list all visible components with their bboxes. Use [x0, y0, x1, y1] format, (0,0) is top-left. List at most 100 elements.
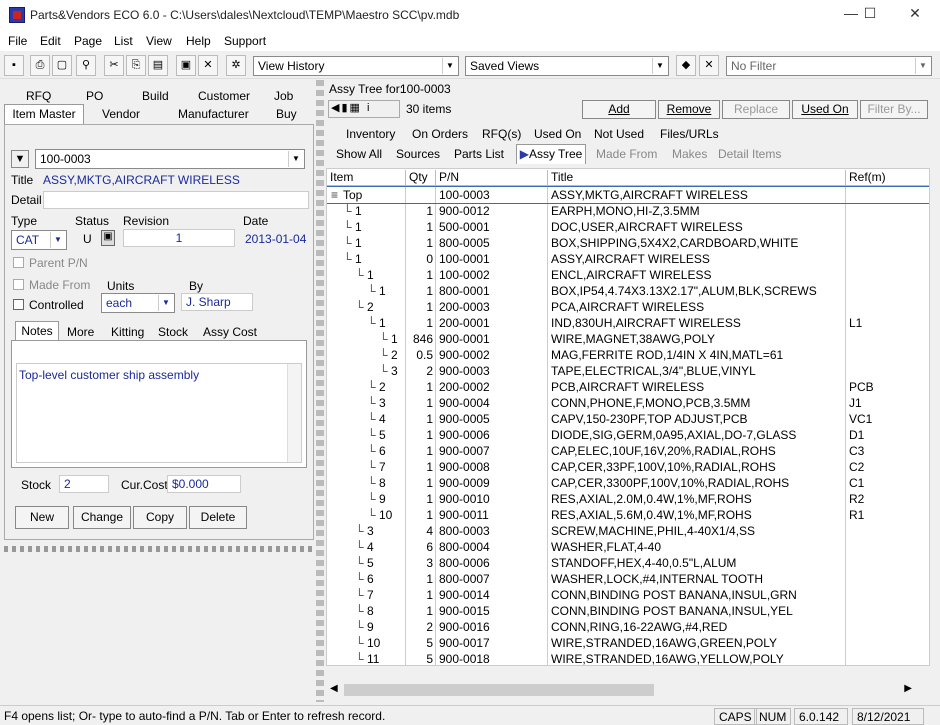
add-button[interactable]: Add	[582, 100, 656, 119]
table-row[interactable]: 7 1 900-0008 CAP,CER,33PF,100V,10%,RADIAL,R…	[327, 459, 929, 475]
eraser-icon[interactable]: ◆	[676, 55, 696, 76]
saved-views-combo[interactable]: Saved Views ▼	[465, 56, 669, 76]
copy-icon[interactable]: ⎘	[126, 55, 146, 76]
subtab-stock[interactable]: Stock	[158, 325, 188, 339]
subtab-assy-cost[interactable]: Assy Cost	[203, 325, 257, 339]
notes-textarea[interactable]: Top-level customer ship assembly	[16, 363, 302, 463]
table-row[interactable]: 2 1 200-0003 PCA,AIRCRAFT WIRELESS └	[327, 299, 929, 315]
table-row[interactable]: 9 1 900-0010 RES,AXIAL,2.0M,0.4W,1%,MF,ROHS…	[327, 491, 929, 507]
tab-customer[interactable]: Customer	[198, 89, 250, 103]
lock-icon[interactable]: ▣	[101, 230, 115, 246]
tab-item-master[interactable]: Item Master	[4, 104, 84, 124]
col-ref[interactable]: Ref(m)	[845, 170, 886, 186]
tree-branch-icon[interactable]: └	[367, 476, 376, 490]
table-row[interactable]: 3 4 800-0003 SCREW,MACHINE,PHIL,4-40X1/4,SS…	[327, 523, 929, 539]
filter-combo[interactable]: No Filter ▼	[726, 56, 932, 76]
new-button[interactable]: New	[15, 506, 69, 529]
notes-scrollbar[interactable]	[287, 364, 301, 462]
close-icon[interactable]: ✕	[198, 55, 218, 76]
tab-made-from[interactable]: Made From	[596, 147, 657, 161]
menu-file[interactable]: File	[8, 34, 27, 48]
tab-vendor[interactable]: Vendor	[102, 107, 140, 121]
tree-branch-icon[interactable]: └	[343, 252, 352, 266]
tab-parts-list[interactable]: Parts List	[454, 147, 504, 161]
chevron-down-icon[interactable]: ▼	[652, 58, 667, 74]
chevron-down-icon[interactable]: ▼	[442, 58, 457, 74]
table-row[interactable]: 4 1 900-0005 CAPV,150-230PF,TOP ADJUST,PCB V…	[327, 411, 929, 427]
col-title[interactable]: Title	[547, 170, 573, 186]
table-row[interactable]: 10 1 900-0011 RES,AXIAL,5.6M,0.4W,1%,MF,ROH…	[327, 507, 929, 523]
filter-icon[interactable]: ▼	[11, 150, 29, 168]
menu-edit[interactable]: Edit	[40, 34, 61, 48]
tab-used-on[interactable]: Used On	[534, 127, 581, 141]
table-row[interactable]: 5 3 800-0006 STANDOFF,HEX,4-40,0.5"L,ALUM └	[327, 555, 929, 571]
table-row[interactable]: 2 1 200-0002 PCB,AIRCRAFT WIRELESS PCB └	[327, 379, 929, 395]
made-from-checkbox[interactable]	[13, 279, 24, 290]
tab-files-urls[interactable]: Files/URLs	[660, 127, 719, 141]
tree-branch-icon[interactable]: └	[343, 220, 352, 234]
menu-support[interactable]: Support	[224, 34, 266, 48]
tree-branch-icon[interactable]: └	[343, 236, 352, 250]
table-row[interactable]: 3 1 900-0004 CONN,PHONE,F,MONO,PCB,3.5MM J1 └	[327, 395, 929, 411]
table-row[interactable]: 8 1 900-0009 CAP,CER,3300PF,100V,10%,RADIAL…	[327, 475, 929, 491]
tree-branch-icon[interactable]: └	[355, 588, 364, 602]
table-row[interactable]: 1 0 100-0001 ASSY,AIRCRAFT WIRELESS └	[327, 251, 929, 267]
tree-branch-icon[interactable]: └	[355, 572, 364, 586]
tab-sources[interactable]: Sources	[396, 147, 440, 161]
table-row[interactable]: 10 5 900-0017 WIRE,STRANDED,16AWG,GREEN,POL…	[327, 635, 929, 651]
chevron-down-icon[interactable]: ▼	[50, 232, 65, 248]
stock-field[interactable]: 2	[59, 475, 109, 493]
controlled-checkbox[interactable]	[13, 299, 24, 310]
by-field[interactable]: J. Sharp	[181, 293, 253, 311]
tab-on-orders[interactable]: On Orders	[412, 127, 468, 141]
horizontal-scrollbar[interactable]: ◀ ▶	[326, 682, 930, 698]
tree-branch-icon[interactable]: └	[367, 380, 376, 394]
tree-branch-icon[interactable]: └	[379, 332, 388, 346]
tab-manufacturer[interactable]: Manufacturer	[178, 107, 249, 121]
tree-branch-icon[interactable]: └	[367, 428, 376, 442]
chevron-down-icon[interactable]: ▼	[158, 295, 173, 311]
table-row[interactable]: 5 1 900-0006 DIODE,SIG,GERM,0A95,AXIAL,DO-7…	[327, 427, 929, 443]
save-icon[interactable]: ▪	[4, 55, 24, 76]
tab-detail-items[interactable]: Detail Items	[718, 147, 781, 161]
item-number-combo[interactable]: 100-0003 ▼	[35, 149, 305, 169]
table-row[interactable]: 6 1 900-0007 CAP,ELEC,10UF,16V,20%,RADIAL,R…	[327, 443, 929, 459]
table-row[interactable]: 1 1 800-0001 BOX,IP54,4.74X3.13X2.17",ALUM,…	[327, 283, 929, 299]
table-row[interactable]: 1 1 500-0001 DOC,USER,AIRCRAFT WIRELESS └	[327, 219, 929, 235]
clear-filter-icon[interactable]: ✕	[699, 55, 719, 76]
paste-icon[interactable]: ▤	[148, 55, 168, 76]
used-on-button[interactable]: Used On	[792, 100, 858, 119]
tree-branch-icon[interactable]: └	[367, 316, 376, 330]
tree-branch-icon[interactable]: └	[355, 556, 364, 570]
col-pn[interactable]: P/N	[435, 170, 459, 186]
menu-help[interactable]: Help	[186, 34, 211, 48]
delete-button[interactable]: Delete	[189, 506, 247, 529]
table-row[interactable]: 1 1 900-0012 EARPH,MONO,HI-Z,3.5MM └	[327, 203, 929, 219]
tree-branch-icon[interactable]: └	[355, 540, 364, 554]
subtab-notes[interactable]: Notes	[15, 321, 59, 341]
table-row[interactable]: 1 1 100-0002 ENCL,AIRCRAFT WIRELESS └	[327, 267, 929, 283]
subtab-more[interactable]: More	[67, 325, 94, 339]
tab-po[interactable]: PO	[86, 89, 103, 103]
chevron-down-icon[interactable]: ▼	[288, 151, 303, 167]
scrollbar-thumb[interactable]	[344, 684, 654, 696]
preview-icon[interactable]: ▢	[52, 55, 72, 76]
settings-icon[interactable]: ✲	[226, 55, 246, 76]
table-row[interactable]: 2 0.5 900-0002 MAG,FERRITE ROD,1/4IN X 4IN,…	[327, 347, 929, 363]
tree-branch-icon[interactable]: └	[379, 348, 388, 362]
table-row[interactable]: 11 5 900-0018 WIRE,STRANDED,16AWG,YELLOW,PO…	[327, 651, 929, 665]
date-field[interactable]: 2013-01-04	[245, 232, 306, 246]
tree-branch-icon[interactable]: └	[367, 412, 376, 426]
tab-job[interactable]: Job	[274, 89, 293, 103]
col-item[interactable]: Item	[327, 170, 353, 186]
remove-button[interactable]: Remove	[658, 100, 720, 119]
tree-branch-icon[interactable]: └	[367, 508, 376, 522]
table-row[interactable]: 9 2 900-0016 CONN,RING,16-22AWG,#4,RED └	[327, 619, 929, 635]
view-mode-icons[interactable]: ◀▮▦ i	[328, 100, 400, 118]
table-row[interactable]: 8 1 900-0015 CONN,BINDING POST BANANA,INSUL…	[327, 603, 929, 619]
table-row[interactable]: 1 1 200-0001 IND,830UH,AIRCRAFT WIRELESS L1 └	[327, 315, 929, 331]
menu-view[interactable]: View	[146, 34, 172, 48]
col-qty[interactable]: Qty	[405, 170, 428, 186]
tab-inventory[interactable]: Inventory	[346, 127, 395, 141]
close-window-button[interactable]: ✕	[900, 5, 930, 25]
